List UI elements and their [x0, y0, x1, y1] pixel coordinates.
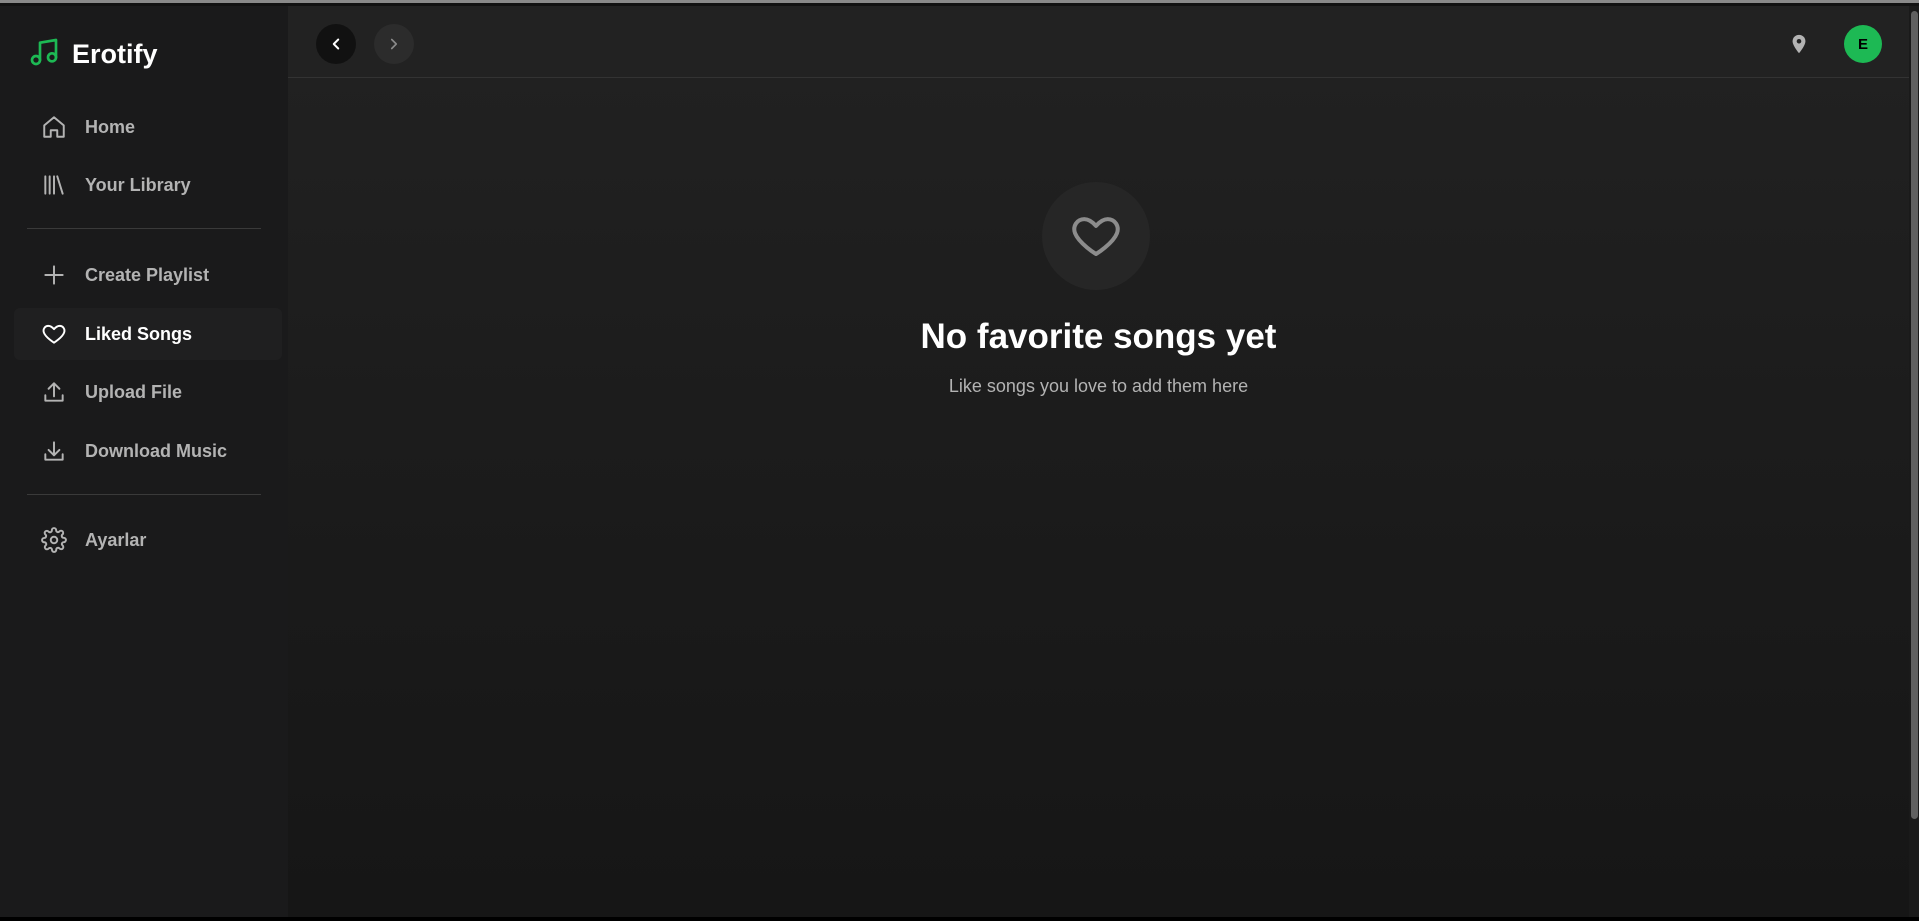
sidebar-divider — [27, 494, 261, 495]
brand-logo[interactable]: Erotify — [28, 34, 158, 74]
back-button[interactable] — [316, 24, 356, 64]
chevron-left-icon — [332, 38, 340, 50]
sidebar-item-label: Ayarlar — [85, 529, 147, 550]
gear-icon — [40, 526, 68, 554]
upload-icon — [40, 378, 68, 406]
sidebar-item-liked-songs[interactable]: Liked Songs — [14, 308, 282, 360]
sidebar-item-upload-file[interactable]: Upload File — [14, 366, 282, 418]
sidebar-item-label: Your Library — [85, 174, 191, 195]
sidebar-item-create-playlist[interactable]: Create Playlist — [14, 249, 282, 301]
forward-button[interactable] — [374, 24, 414, 64]
sidebar-item-settings[interactable]: Ayarlar — [14, 514, 282, 566]
map-pin-icon — [1792, 34, 1806, 54]
user-avatar[interactable]: E — [1844, 25, 1882, 63]
home-icon — [40, 113, 68, 141]
app-name: Erotify — [72, 38, 158, 69]
heart-icon — [1072, 217, 1120, 257]
music-note-icon — [28, 36, 60, 73]
empty-state-title: No favorite songs yet — [920, 317, 1277, 356]
sidebar-item-download-music[interactable]: Download Music — [14, 425, 282, 477]
app-window: Erotify Home Your Library Create Playlis… — [0, 0, 1919, 921]
scrollbar-thumb[interactable] — [1911, 11, 1918, 819]
top-bar: E — [288, 6, 1909, 78]
chevron-right-icon — [390, 38, 398, 50]
sidebar: Erotify Home Your Library Create Playlis… — [0, 6, 288, 917]
main-content: E No favorite songs yet Like songs you l… — [288, 6, 1909, 917]
location-button[interactable] — [1788, 32, 1810, 56]
plus-icon — [40, 261, 68, 289]
sidebar-item-home[interactable]: Home — [14, 101, 282, 153]
sidebar-divider — [27, 228, 261, 229]
empty-state-subtitle: Like songs you love to add them here — [948, 376, 1249, 396]
heart-icon — [40, 320, 68, 348]
sidebar-item-label: Upload File — [85, 381, 183, 402]
sidebar-item-label: Create Playlist — [85, 264, 210, 285]
sidebar-item-library[interactable]: Your Library — [14, 159, 282, 211]
library-icon — [40, 171, 68, 199]
download-icon — [40, 437, 68, 465]
sidebar-item-label: Download Music — [85, 440, 228, 461]
empty-state-icon-circle — [1042, 182, 1150, 290]
sidebar-item-label: Home — [85, 116, 136, 137]
sidebar-item-label: Liked Songs — [85, 323, 193, 344]
